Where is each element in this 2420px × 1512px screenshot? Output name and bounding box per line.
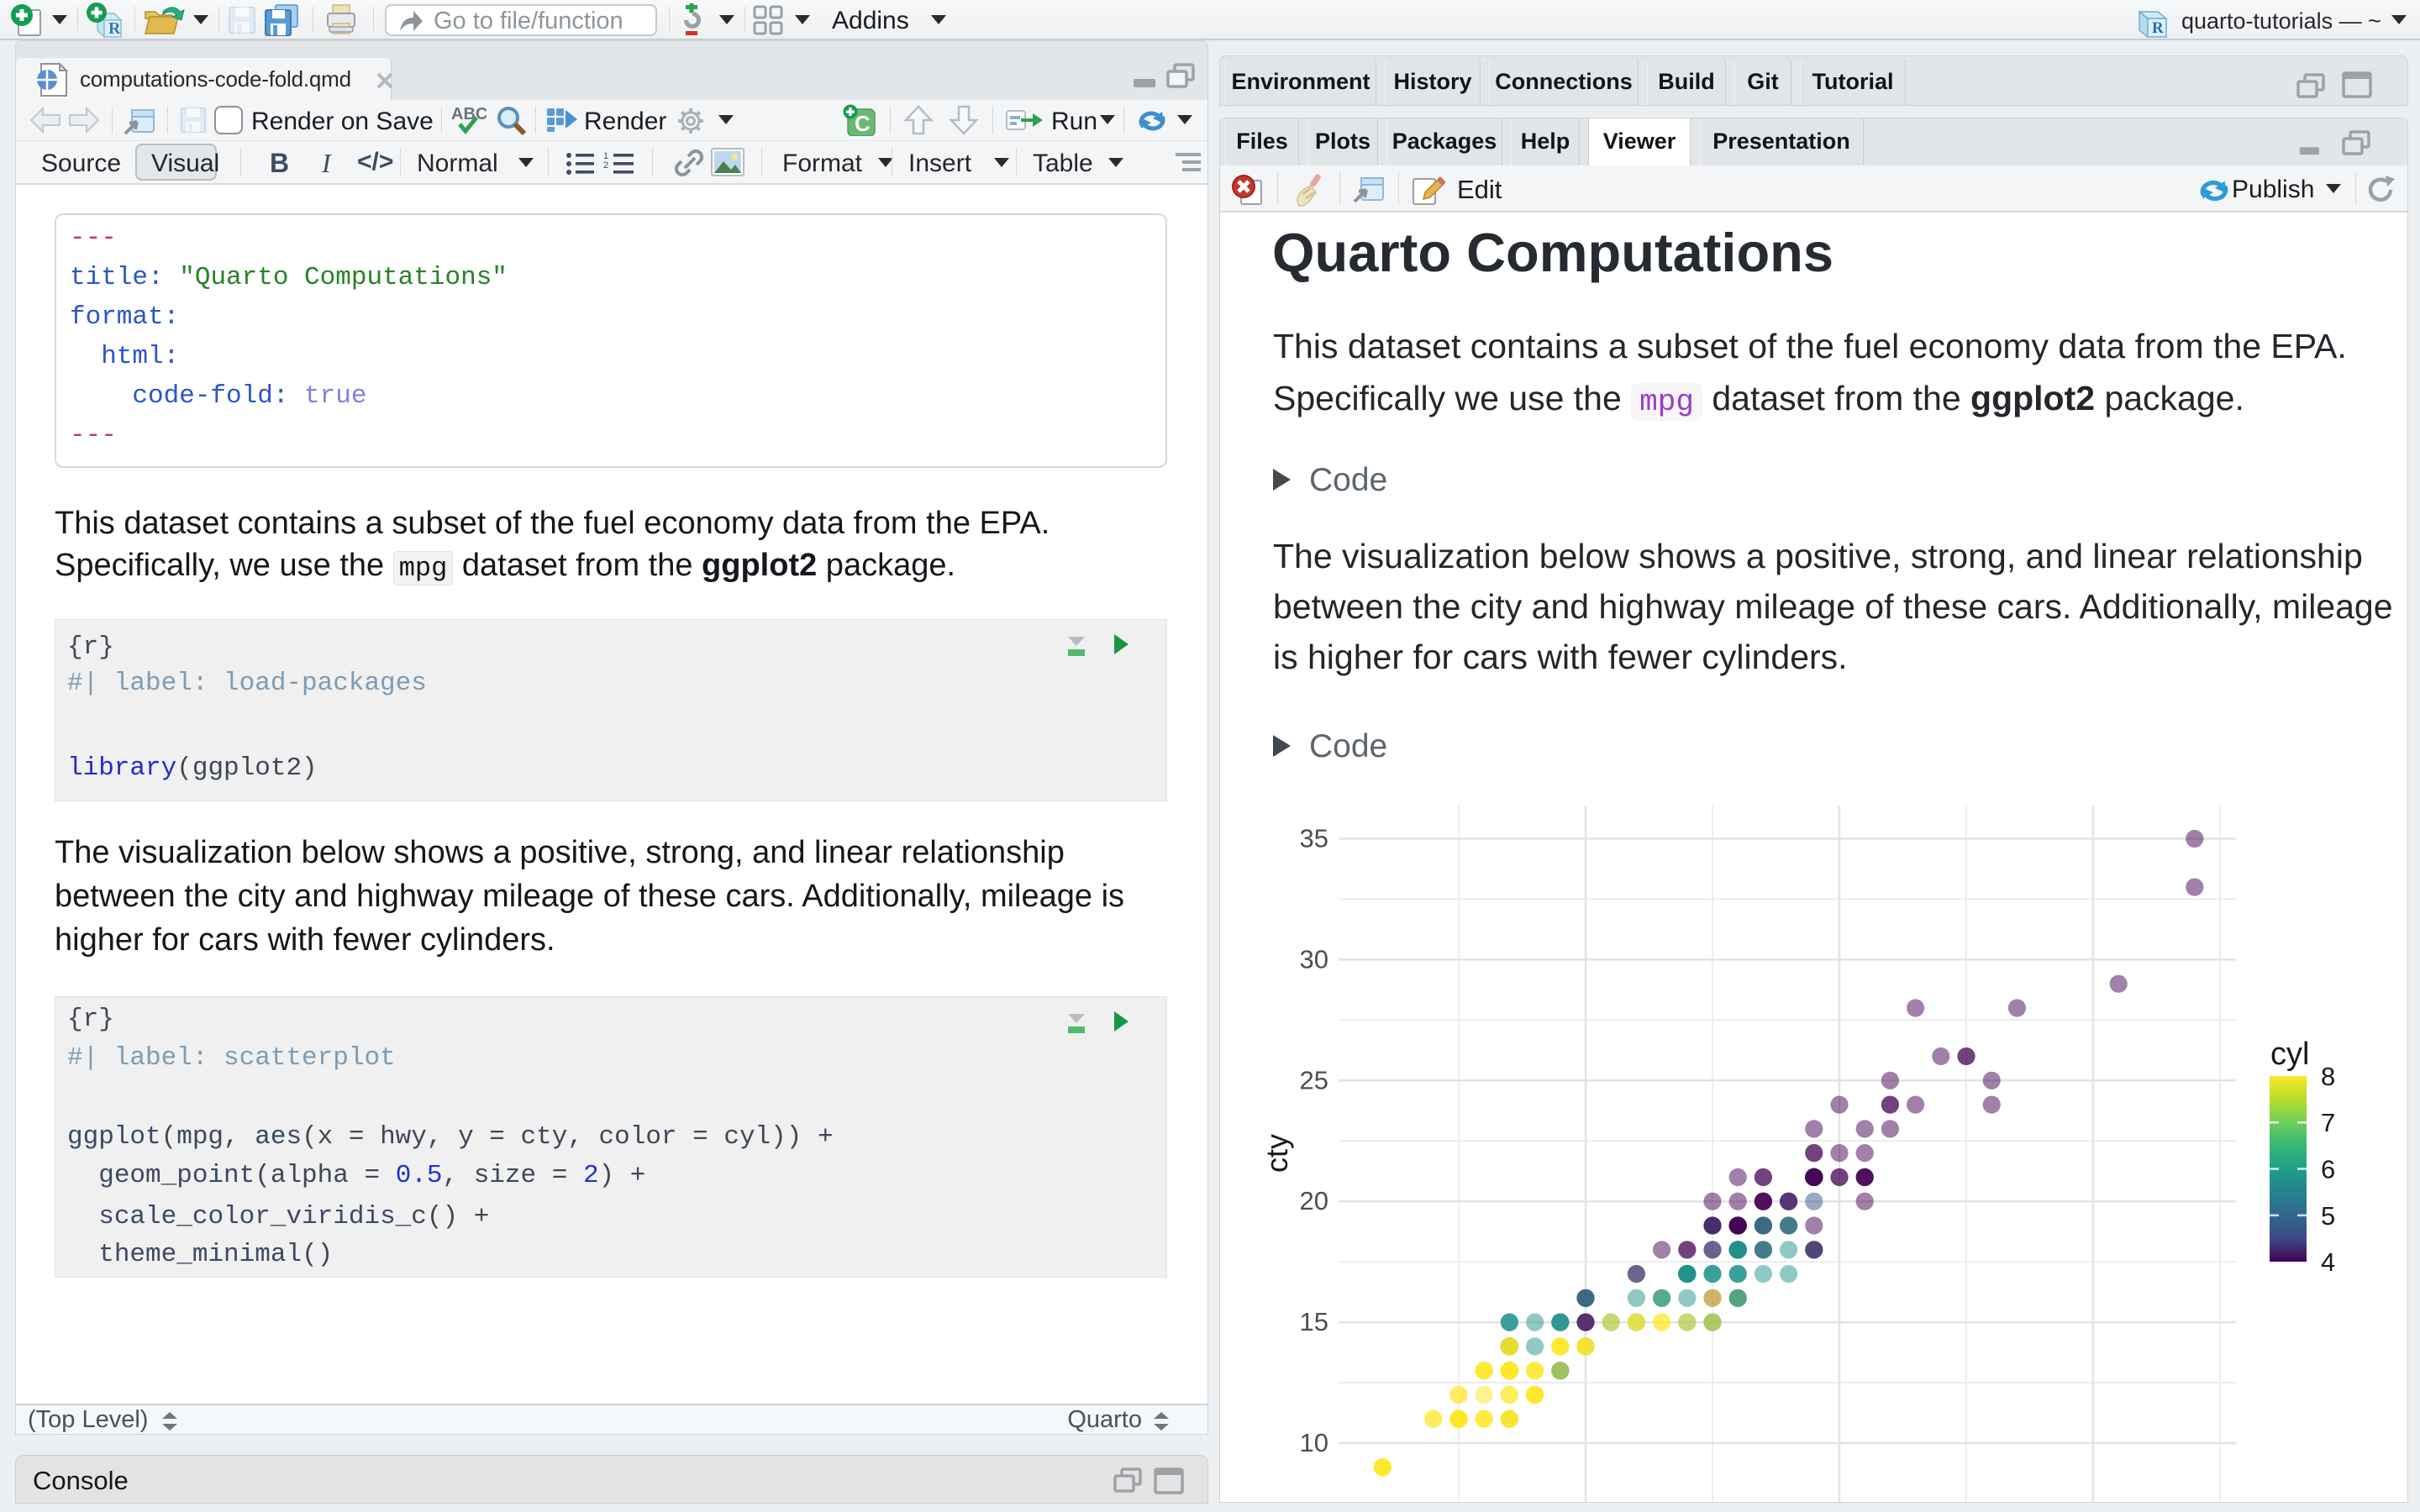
svg-text:R: R (108, 19, 121, 38)
svg-text:35: 35 (1300, 824, 1328, 853)
svg-text:25: 25 (1300, 1065, 1328, 1095)
svg-text:cty: cty (1260, 1134, 1294, 1173)
svg-text:7: 7 (2321, 1108, 2335, 1137)
svg-text:30: 30 (1300, 944, 1328, 974)
svg-text:10: 10 (1300, 1428, 1328, 1457)
svg-text:5: 5 (2321, 1201, 2335, 1231)
svg-text:R: R (2152, 19, 2164, 37)
svg-text:ABC: ABC (451, 105, 487, 123)
svg-text:4: 4 (2321, 1247, 2335, 1277)
svg-text:2: 2 (603, 160, 608, 171)
svg-text:cyl: cyl (2270, 1037, 2309, 1072)
svg-text:20: 20 (1300, 1186, 1328, 1215)
svg-text:6: 6 (2321, 1155, 2335, 1184)
svg-text:8: 8 (2321, 1062, 2335, 1091)
svg-text:C: C (855, 111, 871, 136)
svg-text:15: 15 (1300, 1307, 1328, 1336)
